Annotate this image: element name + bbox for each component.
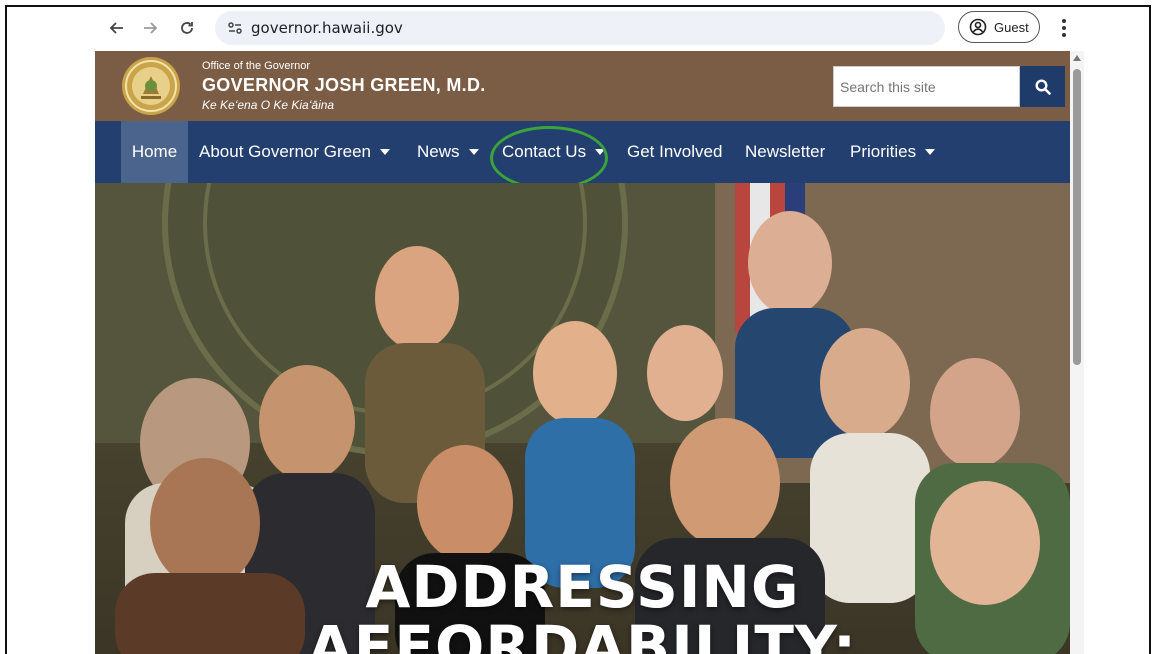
forward-arrow-icon [144, 22, 158, 34]
caret-down-icon [379, 149, 390, 155]
browser-toolbar: governor.hawaii.gov Guest [7, 7, 1149, 49]
nav-item-label: Priorities [850, 142, 917, 161]
address-bar[interactable]: governor.hawaii.gov [215, 11, 945, 45]
caret-down-icon [595, 149, 606, 155]
site-info-icon[interactable] [227, 20, 243, 36]
scroll-up-arrow-icon[interactable] [1073, 55, 1081, 61]
office-label: Office of the Governor [202, 60, 311, 72]
menu-dot-icon [1062, 33, 1066, 37]
search-icon [1034, 78, 1051, 95]
menu-dot-icon [1062, 26, 1066, 30]
site-title[interactable]: GOVERNOR JOSH GREEN, M.D. [202, 75, 486, 96]
site-tagline: Ke Keʻena O Ke Kiaʻāina [202, 98, 335, 112]
nav-item-home[interactable]: Home [121, 121, 188, 183]
state-seal-icon[interactable] [121, 56, 181, 116]
nav-item-label: Newsletter [745, 142, 826, 161]
hero-headline-line1: ADDRESSING [365, 553, 800, 621]
forward-button[interactable] [137, 15, 163, 41]
site-search-input[interactable] [833, 66, 1020, 107]
search-button[interactable] [1020, 66, 1065, 107]
hero-headline-line2: AFFORDABILITY: [307, 613, 858, 654]
nav-item-contact[interactable]: Contact Us [502, 121, 606, 183]
back-arrow-icon [109, 22, 123, 34]
nav-item-news[interactable]: News [417, 121, 479, 183]
nav-item-label: Home [131, 142, 178, 161]
profile-icon [969, 18, 987, 36]
page-viewport: Office of the Governor GOVERNOR JOSH GRE… [95, 51, 1070, 654]
nav-item-label: Contact Us [502, 142, 587, 161]
screenshot-frame: governor.hawaii.gov Guest Office of the … [5, 5, 1151, 654]
browser-menu-button[interactable] [1056, 16, 1072, 40]
reload-icon [181, 22, 193, 34]
caret-down-icon [925, 149, 936, 155]
menu-dot-icon [1062, 19, 1066, 23]
caret-down-icon [468, 149, 479, 155]
nav-item-label: News [417, 142, 460, 161]
nav-item-newsletter[interactable]: Newsletter [745, 121, 825, 183]
nav-item-label: About Governor Green [199, 142, 371, 161]
hero-banner: ADDRESSING AFFORDABILITY: [95, 183, 1070, 654]
reload-button[interactable] [174, 15, 200, 41]
back-button[interactable] [104, 15, 130, 41]
profile-button[interactable]: Guest [958, 11, 1040, 43]
page-scrollbar[interactable] [1070, 51, 1084, 654]
profile-label: Guest [994, 19, 1029, 35]
site-header: Office of the Governor GOVERNOR JOSH GRE… [95, 51, 1070, 121]
main-navigation: Home About Governor Green News Contact U… [95, 121, 1070, 183]
url-text: governor.hawaii.gov [251, 19, 403, 37]
nav-item-priorities[interactable]: Priorities [850, 121, 936, 183]
scroll-thumb[interactable] [1073, 69, 1081, 365]
nav-item-get-involved[interactable]: Get Involved [627, 121, 722, 183]
nav-item-label: Get Involved [627, 142, 723, 161]
nav-item-about[interactable]: About Governor Green [199, 121, 390, 183]
